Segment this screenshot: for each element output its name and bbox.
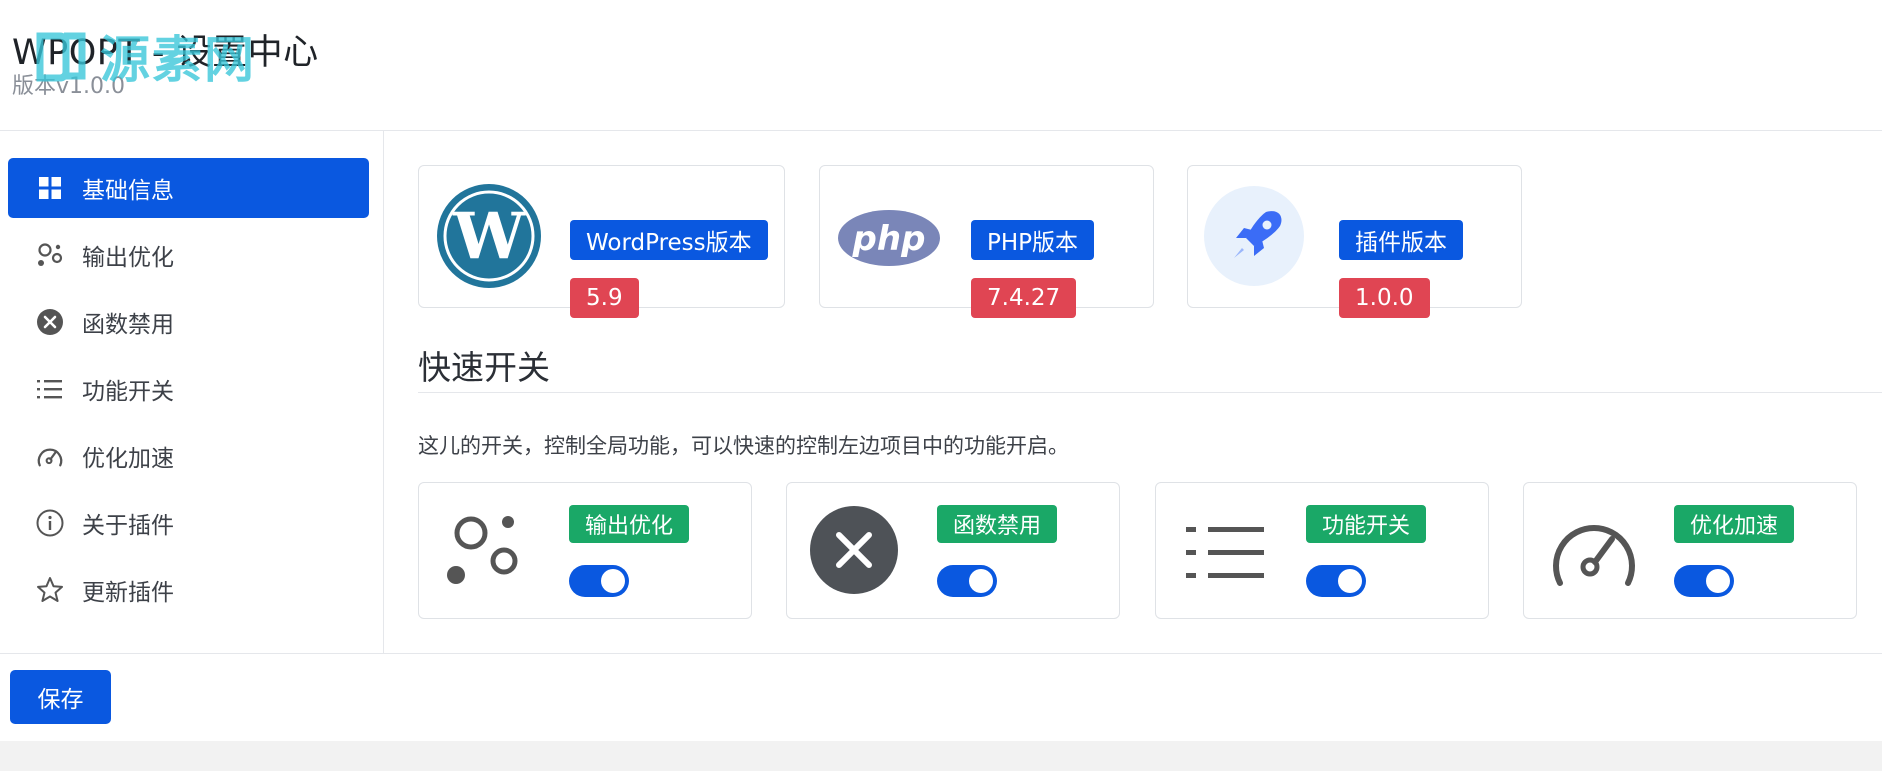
sidebar-item-label: 优化加速 xyxy=(82,446,174,472)
sidebar-item-label: 输出优化 xyxy=(82,245,174,271)
sidebar-item-basic-info[interactable]: 基础信息 xyxy=(8,158,369,218)
switch-card-function-disable: 函数禁用 xyxy=(786,482,1120,619)
watermark-logo-icon xyxy=(36,32,86,82)
watermark-text: 源素网 xyxy=(100,31,256,89)
sidebar-item-output-optimize[interactable]: 输出优化 xyxy=(8,225,369,285)
switch-card-feature-switch: 功能开关 xyxy=(1155,482,1489,619)
x-circle-icon xyxy=(36,308,64,336)
grid-icon xyxy=(36,174,64,202)
quick-switch-description: 这儿的开关，控制全局功能，可以快速的控制左边项目中的功能开启。 xyxy=(418,434,1069,458)
switch-label: 功能开关 xyxy=(1306,505,1427,543)
php-version-value: 7.4.27 xyxy=(971,278,1077,318)
section-divider xyxy=(418,392,1882,393)
watermark: 源素网 xyxy=(34,20,256,92)
toggle-knob xyxy=(1338,569,1362,593)
settings-page: WPOPT - 设置中心 版本v1.0.0 源素网 基础信息 输出优化 函数禁用… xyxy=(0,0,1882,771)
sidebar-item-label: 基础信息 xyxy=(82,178,174,204)
bubbles-icon xyxy=(447,516,518,584)
speedometer-icon xyxy=(36,442,64,470)
switch-card-output-optimize: 输出优化 xyxy=(418,482,752,619)
sidebar-item-label: 函数禁用 xyxy=(82,312,174,338)
toggle-knob xyxy=(1706,569,1730,593)
star-icon xyxy=(36,576,64,604)
info-circle-icon xyxy=(36,509,64,537)
x-circle-icon xyxy=(810,506,898,594)
php-version-label: PHP版本 xyxy=(971,220,1095,260)
plugin-version-label: 插件版本 xyxy=(1339,220,1463,260)
speedometer-icon xyxy=(1553,525,1635,586)
wordpress-version-value: 5.9 xyxy=(570,278,639,318)
wordpress-version-label: WordPress版本 xyxy=(570,220,768,260)
wordpress-logo-icon: W xyxy=(437,184,541,288)
sidebar-item-label: 更新插件 xyxy=(82,580,174,606)
header: WPOPT - 设置中心 版本v1.0.0 源素网 xyxy=(0,0,1882,131)
feature-switch-toggle[interactable] xyxy=(1306,565,1366,597)
output-optimize-toggle[interactable] xyxy=(569,565,629,597)
quick-switch-title: 快速开关 xyxy=(418,348,550,387)
svg-text:W: W xyxy=(452,199,526,274)
bottom-strip xyxy=(0,741,1882,771)
save-button[interactable]: 保存 xyxy=(10,670,111,724)
switch-label: 函数禁用 xyxy=(937,505,1058,543)
rocket-icon xyxy=(1204,186,1304,286)
version-card-php: php PHP版本 7.4.27 xyxy=(819,165,1154,318)
speed-optimize-toggle[interactable] xyxy=(1674,565,1734,597)
version-card-wordpress: W WordPress版本 5.9 xyxy=(418,165,785,318)
plugin-version-value: 1.0.0 xyxy=(1339,278,1430,318)
sidebar-item-function-disable[interactable]: 函数禁用 xyxy=(8,292,369,352)
footer-divider xyxy=(0,653,1882,654)
list-icon xyxy=(1186,527,1264,578)
sidebar-item-speed-optimize[interactable]: 优化加速 xyxy=(8,426,369,486)
toggle-knob xyxy=(601,569,625,593)
main-content: W WordPress版本 5.9 php PHP版本 7.4.27 插件版本 xyxy=(385,131,1882,653)
sidebar: 基础信息 输出优化 函数禁用 功能开关 优化加速 关于插件 更新插件 xyxy=(0,131,384,653)
sidebar-item-label: 功能开关 xyxy=(82,379,174,405)
sidebar-item-update-plugin[interactable]: 更新插件 xyxy=(8,560,369,620)
sidebar-item-about-plugin[interactable]: 关于插件 xyxy=(8,493,369,553)
sidebar-item-feature-switch[interactable]: 功能开关 xyxy=(8,359,369,419)
function-disable-toggle[interactable] xyxy=(937,565,997,597)
toggle-knob xyxy=(969,569,993,593)
switch-label: 优化加速 xyxy=(1674,505,1795,543)
list-icon xyxy=(36,375,64,403)
sidebar-item-label: 关于插件 xyxy=(82,513,174,539)
svg-text:php: php xyxy=(852,219,926,259)
switch-card-speed-optimize: 优化加速 xyxy=(1523,482,1857,619)
version-card-plugin: 插件版本 1.0.0 xyxy=(1187,165,1522,318)
bubbles-icon xyxy=(36,241,64,269)
switch-label: 输出优化 xyxy=(569,505,690,543)
php-logo-icon: php xyxy=(838,210,940,266)
